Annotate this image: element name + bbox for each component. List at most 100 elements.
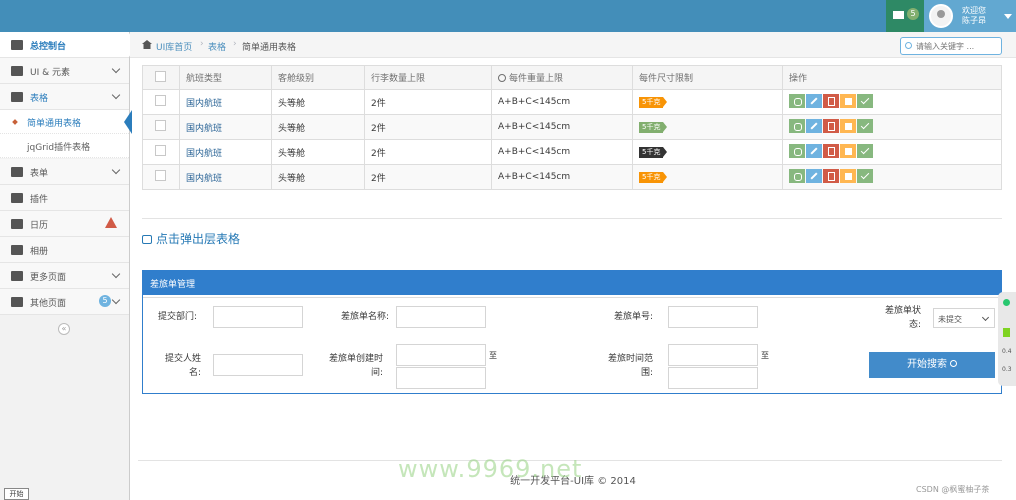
range-to-label: 至 <box>761 351 769 360</box>
range-start-input[interactable] <box>668 344 758 366</box>
status-label-line: 态: <box>908 320 921 330</box>
trash-icon[interactable] <box>823 93 839 108</box>
flag-icon[interactable] <box>840 118 856 133</box>
sidebar-item-gallery[interactable]: 相册 <box>0 237 129 263</box>
weight-cell: 5千克 <box>632 139 783 165</box>
sidebar-item-label: 总控制台 <box>30 42 67 52</box>
sidebar-item-calendar[interactable]: 日历 <box>0 211 129 237</box>
popup-table-link[interactable]: 点击弹出层表格 <box>142 230 240 247</box>
column-header[interactable]: 每件尺寸限制 <box>632 65 783 90</box>
name-input[interactable] <box>396 306 486 328</box>
column-header[interactable]: 航班类型 <box>179 65 272 90</box>
start-button[interactable]: 开始 <box>4 488 29 500</box>
breadcrumb-tables[interactable]: 表格 <box>208 40 226 53</box>
range-end-input[interactable] <box>668 367 758 389</box>
check-icon[interactable] <box>857 93 873 108</box>
submitter-input[interactable] <box>213 354 303 376</box>
sidebar-item-tables[interactable]: 表格 <box>0 84 129 110</box>
active-indicator <box>122 33 130 57</box>
sidebar-item-label: 表单 <box>30 169 49 179</box>
zoom-in-icon[interactable] <box>789 168 805 183</box>
avatar <box>929 4 953 28</box>
dept-label: 提交部门: <box>157 312 197 322</box>
panel-title: 差旅单管理 <box>143 271 1001 295</box>
zoom-in-icon[interactable] <box>789 143 805 158</box>
check-icon[interactable] <box>857 143 873 158</box>
check-icon[interactable] <box>857 118 873 133</box>
sidebar-item-other-pages[interactable]: 其他页面 5 <box>0 289 129 315</box>
messages-badge: 5 <box>907 8 919 20</box>
sidebar-item-dashboard[interactable]: 总控制台 <box>0 32 129 58</box>
actions-cell <box>782 139 1002 165</box>
welcome-text: 欢迎您 陈子昂 <box>962 6 986 26</box>
row-checkbox[interactable] <box>155 120 166 131</box>
user-menu[interactable]: 欢迎您 陈子昂 <box>924 0 1016 32</box>
hand-right-icon <box>142 235 152 244</box>
column-header: 操作 <box>782 65 1002 90</box>
trash-icon[interactable] <box>823 118 839 133</box>
status-select-value: 未提交 <box>938 315 962 324</box>
trash-icon[interactable] <box>823 168 839 183</box>
column-header[interactable]: 行李数量上限 <box>364 65 492 90</box>
dashboard-icon <box>11 40 23 50</box>
no-input[interactable] <box>668 306 758 328</box>
count-cell: 2件 <box>364 164 492 190</box>
status-label: 差旅单状 态: <box>865 304 921 332</box>
select-all-checkbox[interactable] <box>155 70 166 82</box>
trash-icon[interactable] <box>823 143 839 158</box>
other-pages-badge: 5 <box>99 295 111 307</box>
created-start-input[interactable] <box>396 344 486 366</box>
breadcrumb-home[interactable]: UI库首页 <box>156 40 192 53</box>
welcome-line: 欢迎您 <box>962 6 986 15</box>
zoom-in-icon[interactable] <box>789 118 805 133</box>
flight-type-link[interactable]: 国内航班 <box>186 124 222 134</box>
sidebar-item-label: 更多页面 <box>30 273 67 283</box>
status-select[interactable]: 未提交 <box>933 308 995 328</box>
search-input[interactable] <box>916 40 998 52</box>
flag-icon[interactable] <box>840 93 856 108</box>
flight-type-cell: 国内航班 <box>179 89 272 115</box>
sidebar-subitem-jqgrid[interactable]: jqGrid插件表格 <box>0 134 129 158</box>
sidebar-item-more-pages[interactable]: 更多页面 <box>0 263 129 289</box>
pencil-icon[interactable] <box>806 118 822 133</box>
zoom-in-icon[interactable] <box>789 93 805 108</box>
search-form: 提交部门: 差旅单名称: 差旅单号: 差旅单状 态: 未提交 提交人姓 名: 差旅单… <box>143 297 1001 393</box>
pencil-icon[interactable] <box>806 143 822 158</box>
floating-toolbar[interactable]: 0.4 0.3 <box>998 292 1016 386</box>
dept-input[interactable] <box>213 306 303 328</box>
sidebar-item-forms[interactable]: 表单 <box>0 159 129 185</box>
messages-button[interactable]: 5 <box>886 0 924 32</box>
flag-icon[interactable] <box>840 168 856 183</box>
row-checkbox[interactable] <box>155 145 166 156</box>
sidebar-subitem-simple-table[interactable]: 简单通用表格 <box>0 110 129 134</box>
column-header[interactable]: 每件重量上限 <box>491 65 633 90</box>
row-checkbox[interactable] <box>155 95 166 106</box>
created-end-input[interactable] <box>396 367 486 389</box>
caret-down-icon <box>1004 14 1012 19</box>
flight-type-cell: 国内航班 <box>179 164 272 190</box>
row-checkbox[interactable] <box>155 170 166 181</box>
flight-type-link[interactable]: 国内航班 <box>186 174 222 184</box>
user-name: 陈子昂 <box>962 16 986 25</box>
check-icon[interactable] <box>857 168 873 183</box>
float-value: 0.3 <box>1002 366 1012 373</box>
name-label: 差旅单名称: <box>340 312 389 322</box>
row-select-cell <box>142 164 180 190</box>
sidebar-collapse-button[interactable]: « <box>58 323 70 335</box>
start-search-button[interactable]: 开始搜索 <box>869 352 995 378</box>
column-header[interactable]: 客舱级别 <box>271 65 365 90</box>
bullet-icon <box>12 119 18 125</box>
flight-type-link[interactable]: 国内航班 <box>186 149 222 159</box>
sidebar-item-ui-elements[interactable]: UI & 元素 <box>0 58 129 84</box>
flag-icon[interactable] <box>840 143 856 158</box>
breadcrumb: UI库首页 › 表格 › 简单通用表格 <box>130 32 1016 58</box>
sidebar-item-label: 表格 <box>30 94 49 104</box>
pencil-icon[interactable] <box>806 168 822 183</box>
pencil-icon[interactable] <box>806 93 822 108</box>
sidebar-item-plugins[interactable]: 插件 <box>0 185 129 211</box>
cabin-cell: 头等舱 <box>271 139 365 165</box>
count-cell: 2件 <box>364 89 492 115</box>
sidebar-item-label: 插件 <box>30 195 49 205</box>
range-label-line: 差旅时间范 <box>607 354 653 364</box>
flight-type-link[interactable]: 国内航班 <box>186 99 222 109</box>
